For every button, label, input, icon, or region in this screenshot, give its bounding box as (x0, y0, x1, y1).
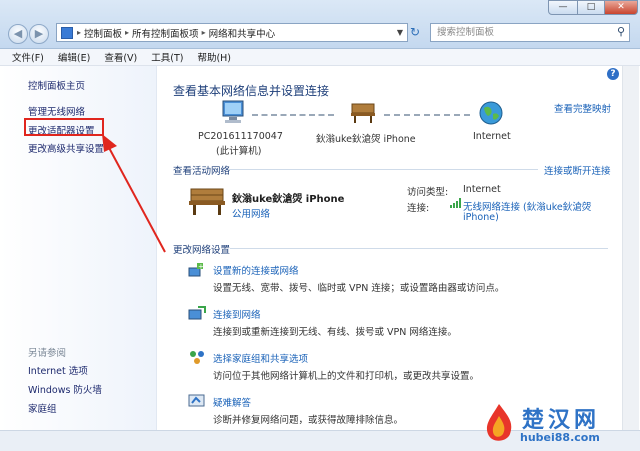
menu-view[interactable]: 查看(V) (104, 50, 137, 64)
troubleshoot-icon (188, 394, 205, 407)
computer-subtitle: (此计算机) (216, 146, 262, 157)
computer-icon (222, 100, 244, 123)
access-type-label: 访问类型: (407, 187, 449, 198)
globe-icon (479, 101, 503, 125)
connect-network-icon (188, 306, 206, 320)
computer-name: PC201611170047 (198, 131, 283, 142)
active-network-title: 查看活动网络 (173, 166, 231, 177)
sidebar-item-home[interactable]: 控制面板主页 (28, 78, 85, 92)
close-button[interactable]: ✕ (604, 0, 638, 15)
breadcrumb-item[interactable]: 所有控制面板项 (132, 26, 199, 40)
menu-help[interactable]: 帮助(H) (197, 50, 231, 64)
help-icon[interactable]: ? (607, 68, 619, 80)
menu-edit[interactable]: 编辑(E) (58, 50, 90, 64)
divider (230, 248, 608, 249)
wifi-signal-icon (450, 198, 461, 208)
chevron-down-icon[interactable]: ▼ (397, 28, 403, 37)
active-network-name: 鈥滃uke鈥滄焈 iPhone (232, 194, 345, 205)
back-button[interactable]: ◀ (8, 24, 28, 44)
breadcrumb-item[interactable]: 网络和共享中心 (209, 26, 276, 40)
connect-disconnect-link[interactable]: 连接或断开连接 (544, 163, 611, 177)
sidebar-item-firewall[interactable]: Windows 防火墙 (28, 382, 102, 396)
network-type-link[interactable]: 公用网络 (232, 206, 270, 220)
search-icon[interactable]: ⚲ (617, 25, 625, 38)
wireless-connection-link-cont[interactable]: iPhone) (463, 212, 499, 223)
breadcrumb-item[interactable]: 控制面板 (84, 26, 122, 40)
task-troubleshoot-desc: 诊断并修复网络问题，或获得故障排除信息。 (213, 415, 404, 426)
watermark-logo (486, 404, 512, 441)
task-troubleshoot-link[interactable]: 疑难解答 (213, 395, 251, 409)
refresh-icon[interactable]: ↻ (410, 25, 420, 39)
task-homegroup-desc: 访问位于其他网络计算机上的文件和打印机，或更改共享设置。 (213, 371, 480, 382)
minimize-button[interactable]: — (548, 0, 578, 15)
sidebar-item-manage-wireless[interactable]: 管理无线网络 (28, 104, 85, 118)
breadcrumb-separator: ▸ (201, 28, 206, 37)
network-map-name: 鈥滃uke鈥滄焈 iPhone (316, 134, 416, 145)
new-connection-icon: + (188, 263, 204, 277)
map-link-line (384, 114, 470, 116)
change-settings-title: 更改网络设置 (173, 245, 231, 256)
task-new-connection-link[interactable]: 设置新的连接或网络 (213, 263, 299, 277)
watermark-title: 楚汉网 (522, 408, 601, 433)
homegroup-icon (190, 351, 204, 364)
see-also-title: 另请参阅 (28, 348, 67, 359)
menu-file[interactable]: 文件(F) (12, 50, 44, 64)
internet-label: Internet (473, 131, 511, 142)
map-link-line (252, 114, 334, 116)
annotation-arrow (102, 134, 166, 253)
breadcrumb-separator: ▸ (125, 28, 130, 37)
task-connect-desc: 连接到或重新连接到无线、有线、拨号或 VPN 网络连接。 (213, 327, 457, 338)
highlight-box (24, 118, 104, 136)
sidebar-item-advanced-sharing[interactable]: 更改高级共享设置 (28, 141, 104, 155)
wireless-connection-link[interactable]: 无线网络连接 (鈥滃uke鈥滄焈 (463, 199, 591, 213)
menu-tools[interactable]: 工具(T) (151, 50, 183, 64)
connection-label: 连接: (407, 203, 430, 214)
scrollbar[interactable] (622, 66, 639, 430)
address-bar[interactable]: ▸ 控制面板 ▸ 所有控制面板项 ▸ 网络和共享中心 ▼ (56, 23, 408, 42)
view-full-map-link[interactable]: 查看完整映射 (554, 101, 611, 115)
access-type-value: Internet (463, 184, 501, 195)
bench-icon (189, 188, 225, 215)
task-new-connection-desc: 设置无线、宽带、拨号、临时或 VPN 连接；或设置路由器或访问点。 (213, 283, 505, 294)
task-connect-link[interactable]: 连接到网络 (213, 307, 261, 321)
breadcrumb-separator: ▸ (77, 28, 82, 37)
bench-icon (351, 103, 375, 123)
task-homegroup-link[interactable]: 选择家庭组和共享选项 (213, 351, 308, 365)
divider (228, 169, 538, 170)
svg-text:+: + (198, 263, 204, 271)
search-input[interactable]: 搜索控制面板 (430, 23, 630, 42)
sidebar-item-homegroup[interactable]: 家庭组 (28, 401, 57, 415)
control-panel-icon (61, 26, 73, 39)
menu-bar: 文件(F) 编辑(E) 查看(V) 工具(T) 帮助(H) (0, 49, 640, 66)
maximize-button[interactable]: □ (577, 0, 605, 15)
watermark-url: hubei88.com (520, 431, 600, 444)
page-title: 查看基本网络信息并设置连接 (173, 84, 330, 98)
sidebar-item-internet-options[interactable]: Internet 选项 (28, 363, 88, 377)
forward-button[interactable]: ▶ (29, 24, 49, 44)
